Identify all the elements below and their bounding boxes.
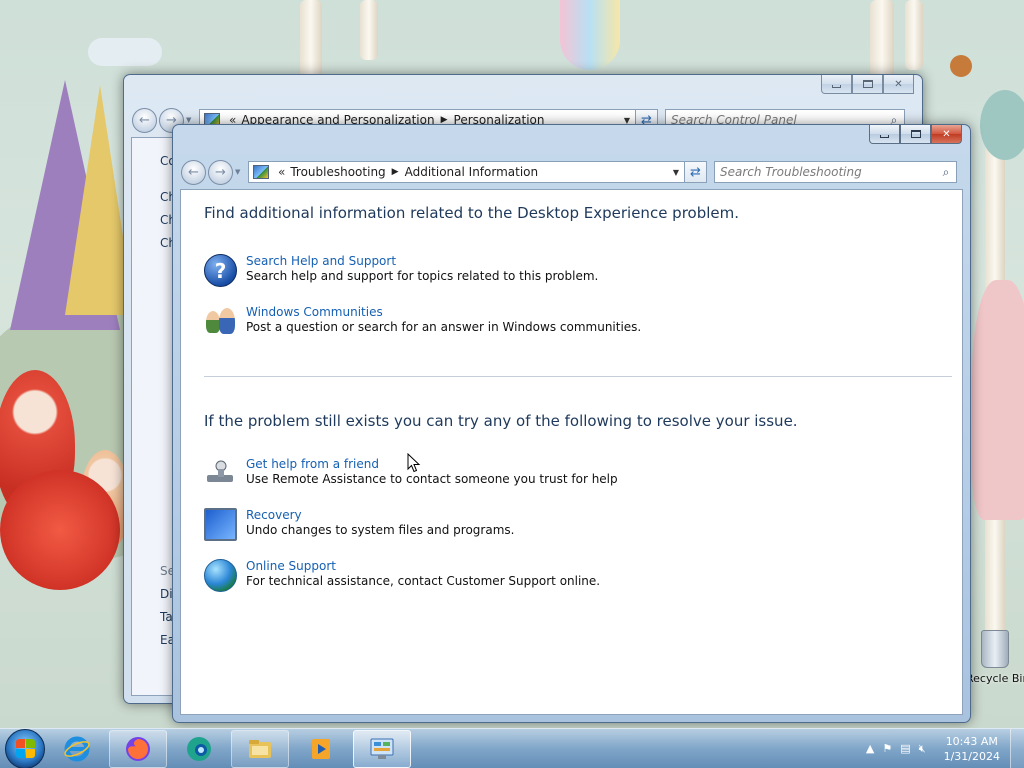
forward-button[interactable]: →: [208, 159, 233, 185]
action-center-flag-icon[interactable]: ⚑: [882, 742, 892, 755]
get-help-friend-description: Use Remote Assistance to contact someone…: [246, 472, 618, 486]
edge-icon: [187, 736, 211, 761]
internet-explorer-icon: [64, 736, 90, 761]
taskbar: ▲ ⚑ ▤ 🔇︎ 10:43 AM 1/31/2024: [0, 728, 1024, 768]
list-item-recovery[interactable]: Recovery Undo changes to system files an…: [204, 508, 514, 541]
wallpaper-tree: [360, 0, 378, 60]
caption-buttons: ✕: [821, 75, 914, 94]
page-heading: Find additional information related to t…: [204, 204, 740, 222]
wallpaper-rainbow: [560, 0, 620, 70]
breadcrumb-troubleshooting[interactable]: Troubleshooting: [290, 165, 385, 179]
show-hidden-icons-chevron-icon[interactable]: ▲: [866, 742, 874, 755]
breadcrumb-separator-icon[interactable]: ▶: [386, 167, 405, 177]
media-player-icon: [312, 738, 330, 759]
windows-communities-description: Post a question or search for an answer …: [246, 320, 642, 334]
minimize-button[interactable]: [821, 75, 852, 94]
list-item-online-support[interactable]: Online Support For technical assistance,…: [204, 559, 600, 592]
control-panel-icon: [253, 165, 269, 179]
file-explorer-icon: [249, 739, 271, 758]
navigation-bar: ← → ▼ « Troubleshooting ▶ Additional Inf…: [181, 159, 962, 185]
volume-muted-icon[interactable]: 🔇︎: [919, 742, 926, 756]
start-button[interactable]: [5, 728, 45, 768]
taskbar-firefox[interactable]: [109, 729, 167, 768]
recent-pages-dropdown[interactable]: ▼: [235, 168, 244, 176]
taskbar-control-panel[interactable]: [353, 729, 411, 768]
taskbar-internet-explorer[interactable]: [48, 730, 106, 768]
caption-buttons: ✕: [869, 125, 962, 144]
troubleshooting-window[interactable]: ✕ ← → ▼ « Troubleshooting ▶ Additional I…: [172, 124, 971, 723]
help-icon: ?: [204, 254, 237, 287]
recent-pages-dropdown[interactable]: ▼: [186, 116, 195, 124]
clock-time: 10:43 AM: [945, 734, 998, 748]
wallpaper-monkey: [950, 55, 972, 77]
recycle-bin-icon: [981, 630, 1009, 668]
recycle-bin[interactable]: Recycle Bin: [966, 630, 1024, 685]
mouse-cursor-icon: [407, 453, 421, 473]
recovery-icon: [204, 508, 237, 541]
list-item-help-support[interactable]: ? Search Help and Support Search help an…: [204, 254, 598, 287]
maximize-button[interactable]: [900, 125, 931, 144]
remote-assistance-icon: [204, 457, 237, 490]
help-support-description: Search help and support for topics relat…: [246, 269, 599, 283]
wallpaper-lantern: [980, 90, 1024, 160]
taskbar-media-player[interactable]: [292, 730, 350, 768]
search-icon[interactable]: ⌕: [936, 165, 956, 180]
clock[interactable]: 10:43 AM 1/31/2024: [944, 734, 1000, 764]
wallpaper-leaf: [972, 280, 1024, 520]
close-icon: ✕: [942, 128, 951, 140]
clock-date: 1/31/2024: [943, 749, 1000, 763]
side-link[interactable]: Ta: [160, 610, 173, 624]
control-panel-icon: [370, 738, 394, 759]
network-icon[interactable]: ▤: [900, 742, 910, 755]
minimize-button[interactable]: [869, 125, 900, 144]
refresh-button[interactable]: ⇄: [685, 161, 707, 183]
wallpaper-tree: [300, 0, 322, 80]
back-button[interactable]: ←: [132, 107, 157, 133]
back-arrow-icon: ←: [188, 164, 199, 180]
section-heading: If the problem still exists you can try …: [204, 412, 798, 430]
online-support-link[interactable]: Online Support: [246, 559, 600, 574]
recovery-link[interactable]: Recovery: [246, 508, 514, 523]
wallpaper-tree: [905, 0, 923, 70]
maximize-icon: [862, 80, 873, 88]
online-support-description: For technical assistance, contact Custom…: [246, 574, 601, 588]
show-desktop-button[interactable]: [1010, 728, 1024, 768]
maximize-icon: [910, 130, 921, 138]
people-icon: [204, 305, 237, 338]
breadcrumb-additional-information[interactable]: Additional Information: [405, 165, 539, 179]
search-input[interactable]: Search Troubleshooting ⌕: [714, 161, 957, 183]
back-button[interactable]: ←: [181, 159, 206, 185]
recovery-description: Undo changes to system files and program…: [246, 523, 515, 537]
troubleshooting-content: Find additional information related to t…: [180, 189, 963, 715]
breadcrumb-overflow[interactable]: «: [273, 165, 290, 179]
recycle-bin-label: Recycle Bin: [966, 672, 1024, 685]
close-button[interactable]: ✕: [931, 125, 962, 144]
side-link[interactable]: Di: [160, 587, 173, 601]
help-support-link[interactable]: Search Help and Support: [246, 254, 598, 269]
list-item-windows-communities[interactable]: Windows Communities Post a question or s…: [204, 305, 641, 338]
get-help-friend-link[interactable]: Get help from a friend: [246, 457, 618, 472]
address-bar[interactable]: « Troubleshooting ▶ Additional Informati…: [248, 161, 685, 183]
system-tray: ▲ ⚑ ▤ 🔇︎ 10:43 AM 1/31/2024: [862, 728, 1024, 768]
section-divider: [204, 376, 952, 377]
close-button[interactable]: ✕: [883, 75, 914, 94]
minimize-icon: [832, 85, 841, 88]
windows-logo-icon: [15, 738, 25, 748]
forward-arrow-icon: →: [215, 164, 226, 180]
refresh-icon: ⇄: [690, 164, 701, 180]
minimize-icon: [880, 135, 889, 138]
search-placeholder: Search Troubleshooting: [720, 165, 862, 179]
wallpaper-ball: [0, 470, 120, 590]
taskbar-file-explorer[interactable]: [231, 729, 289, 768]
wallpaper-cloud: [88, 38, 162, 66]
firefox-icon: [126, 736, 150, 761]
globe-icon: [204, 559, 237, 592]
address-dropdown[interactable]: ▼: [668, 168, 684, 177]
taskbar-edge[interactable]: [170, 730, 228, 768]
maximize-button[interactable]: [852, 75, 883, 94]
windows-communities-link[interactable]: Windows Communities: [246, 305, 641, 320]
